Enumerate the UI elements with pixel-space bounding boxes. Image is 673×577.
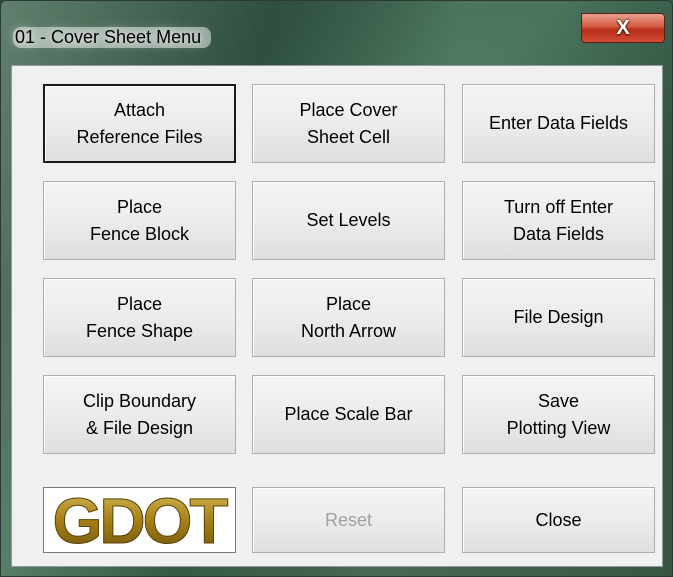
file-design-button[interactable]: File Design <box>462 278 655 357</box>
turn-off-enter-data-fields-button[interactable]: Turn off Enter Data Fields <box>462 181 655 260</box>
dialog-window: 01 - Cover Sheet Menu X Attach Reference… <box>0 0 673 577</box>
gdot-logo: GDOT <box>43 487 236 553</box>
window-title: 01 - Cover Sheet Menu <box>13 27 212 48</box>
place-fence-block-button[interactable]: Place Fence Block <box>43 181 236 260</box>
close-button[interactable]: Close <box>462 487 655 553</box>
place-fence-shape-button[interactable]: Place Fence Shape <box>43 278 236 357</box>
place-north-arrow-button[interactable]: Place North Arrow <box>252 278 445 357</box>
enter-data-fields-button[interactable]: Enter Data Fields <box>462 84 655 163</box>
dialog-client-area: Attach Reference Files Place Cover Sheet… <box>11 65 663 567</box>
reset-button[interactable]: Reset <box>252 487 445 553</box>
set-levels-button[interactable]: Set Levels <box>252 181 445 260</box>
title-bar[interactable]: 01 - Cover Sheet Menu X <box>1 1 672 61</box>
close-icon: X <box>616 17 630 39</box>
place-cover-sheet-cell-button[interactable]: Place Cover Sheet Cell <box>252 84 445 163</box>
gdot-logo-image: GDOT <box>52 491 232 549</box>
clip-boundary-file-design-button[interactable]: Clip Boundary & File Design <box>43 375 236 454</box>
save-plotting-view-button[interactable]: Save Plotting View <box>462 375 655 454</box>
gdot-logo-text: GDOT <box>53 491 229 549</box>
window-close-button[interactable]: X <box>581 13 665 43</box>
place-scale-bar-button[interactable]: Place Scale Bar <box>252 375 445 454</box>
attach-reference-files-button[interactable]: Attach Reference Files <box>43 84 236 163</box>
